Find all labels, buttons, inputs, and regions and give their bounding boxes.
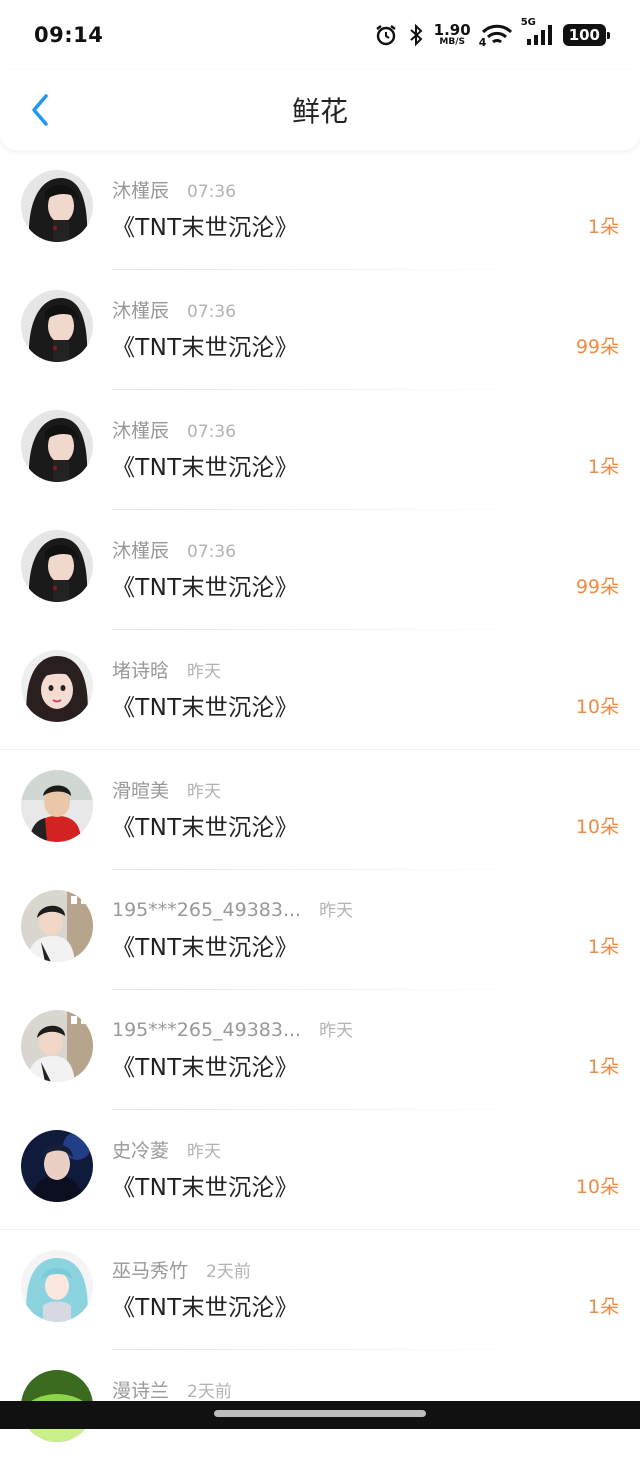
book-title: 《TNT末世沉沦》 xyxy=(112,1295,299,1321)
timestamp: 昨天 xyxy=(187,662,222,682)
flower-count: 1朵 xyxy=(587,456,619,478)
flower-count: 99朵 xyxy=(575,336,619,358)
timestamp: 2天前 xyxy=(206,1262,251,1282)
book-title: 《TNT末世沉沦》 xyxy=(112,215,299,241)
flower-count: 10朵 xyxy=(575,816,619,838)
chevron-left-icon xyxy=(32,94,48,126)
avatar[interactable] xyxy=(21,530,93,602)
home-indicator[interactable] xyxy=(214,1410,426,1417)
flower-count: 10朵 xyxy=(575,1176,619,1198)
timestamp: 07:36 xyxy=(187,302,237,322)
list-item[interactable]: 史冷菱 昨天 《TNT末世沉沦》 10朵 xyxy=(0,1110,640,1230)
user-name: 沐槿辰 xyxy=(112,420,170,442)
flower-count: 99朵 xyxy=(575,576,619,598)
page-title: 鲜花 xyxy=(291,95,348,128)
back-button[interactable] xyxy=(20,90,60,130)
avatar[interactable] xyxy=(21,1250,93,1322)
book-title: 《TNT末世沉沦》 xyxy=(112,575,299,601)
flower-count: 1朵 xyxy=(587,1056,619,1078)
avatar[interactable] xyxy=(21,290,93,362)
user-name: 沐槿辰 xyxy=(112,300,170,322)
user-name: 195***265_49383... xyxy=(112,899,302,921)
bluetooth-icon xyxy=(408,23,424,47)
header: 鲜花 xyxy=(0,70,640,150)
avatar[interactable] xyxy=(21,650,93,722)
user-name: 巫马秀竹 xyxy=(112,1260,189,1282)
user-name: 滑暄美 xyxy=(112,780,170,802)
book-title: 《TNT末世沉沦》 xyxy=(112,455,299,481)
battery-indicator: 100 xyxy=(562,24,611,46)
network-type: 5G xyxy=(520,17,536,28)
book-title: 《TNT末世沉沦》 xyxy=(112,935,299,961)
book-title: 《TNT末世沉沦》 xyxy=(112,1175,299,1201)
flower-list: 沐槿辰 07:36 《TNT末世沉沦》 1朵 沐槿辰 07:36 《TNT末世沉沦》… xyxy=(0,150,640,1470)
list-item[interactable]: 沐槿辰 07:36 《TNT末世沉沦》 99朵 xyxy=(0,510,640,630)
timestamp: 2天前 xyxy=(187,1382,232,1402)
user-name: 沐槿辰 xyxy=(112,540,170,562)
cell-signal-icon: 5G xyxy=(521,17,553,47)
flower-count: 1朵 xyxy=(587,216,619,238)
user-name: 史冷菱 xyxy=(112,1140,170,1162)
flower-count: 1朵 xyxy=(587,1296,619,1318)
network-speed-value: 1.90 xyxy=(433,21,471,39)
avatar[interactable] xyxy=(21,1130,93,1202)
list-item[interactable]: 滑暄美 昨天 《TNT末世沉沦》 10朵 xyxy=(0,750,640,870)
timestamp: 07:36 xyxy=(187,542,237,562)
timestamp: 07:36 xyxy=(187,422,237,442)
book-title: 《TNT末世沉沦》 xyxy=(112,1055,299,1081)
avatar[interactable] xyxy=(21,170,93,242)
status-icons: 1.90 MB/S 4 5G 100 xyxy=(374,17,611,49)
list-item[interactable]: 巫马秀竹 2天前 《TNT末世沉沦》 1朵 xyxy=(0,1230,640,1350)
timestamp: 昨天 xyxy=(187,782,222,802)
list-item[interactable]: 堵诗晗 昨天 《TNT末世沉沦》 10朵 xyxy=(0,630,640,750)
list-item[interactable]: 沐槿辰 07:36 《TNT末世沉沦》 99朵 xyxy=(0,270,640,390)
list-item[interactable]: 沐槿辰 07:36 《TNT末世沉沦》 1朵 xyxy=(0,390,640,510)
user-name: 漫诗兰 xyxy=(112,1380,170,1402)
flower-count: 10朵 xyxy=(575,696,619,718)
user-name: 195***265_49383... xyxy=(112,1019,302,1041)
avatar[interactable] xyxy=(21,1010,93,1082)
flower-count: 1朵 xyxy=(587,936,619,958)
book-title: 《TNT末世沉沦》 xyxy=(112,335,299,361)
book-title: 《TNT末世沉沦》 xyxy=(112,695,299,721)
status-time: 09:14 xyxy=(34,23,104,47)
list-item[interactable]: 195***265_49383... 昨天 《TNT末世沉沦》 1朵 xyxy=(0,990,640,1110)
list-item[interactable]: 沐槿辰 07:36 《TNT末世沉沦》 1朵 xyxy=(0,150,640,270)
user-name: 沐槿辰 xyxy=(112,180,170,202)
user-name: 堵诗晗 xyxy=(112,660,170,682)
timestamp: 昨天 xyxy=(187,1142,222,1162)
timestamp: 昨天 xyxy=(319,1021,354,1041)
network-speed: 1.90 MB/S xyxy=(434,23,471,47)
network-speed-unit: MB/S xyxy=(439,37,465,47)
wifi-badge: 4 xyxy=(478,36,487,49)
list-item[interactable]: 195***265_49383... 昨天 《TNT末世沉沦》 1朵 xyxy=(0,870,640,990)
avatar[interactable] xyxy=(21,770,93,842)
timestamp: 07:36 xyxy=(187,182,237,202)
book-title: 《TNT末世沉沦》 xyxy=(112,815,299,841)
timestamp: 昨天 xyxy=(319,901,354,921)
avatar[interactable] xyxy=(21,890,93,962)
wifi-icon: 4 xyxy=(478,23,513,49)
alarm-clock-icon xyxy=(374,23,398,47)
avatar[interactable] xyxy=(21,410,93,482)
status-bar: 09:14 1.90 MB/S 4 5G 100 xyxy=(0,0,640,70)
